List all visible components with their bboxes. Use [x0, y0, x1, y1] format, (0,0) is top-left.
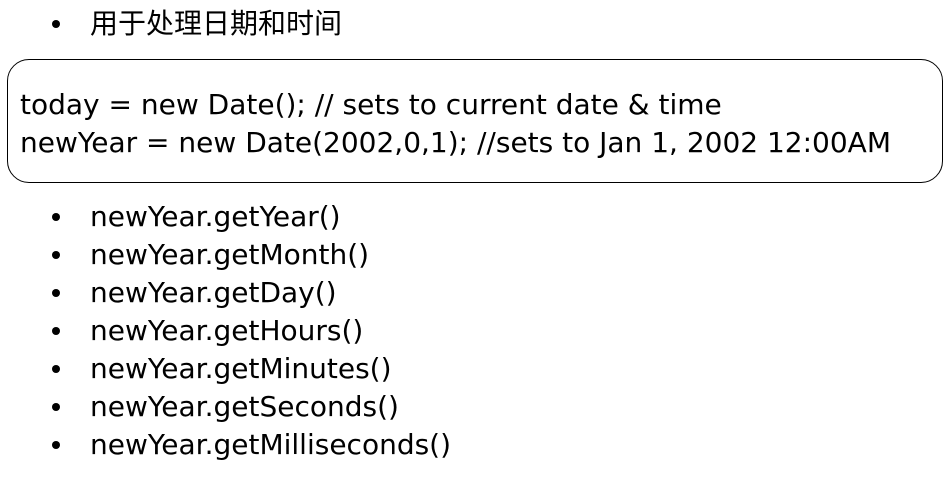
- method-list: newYear.getYear() newYear.getMonth() new…: [0, 198, 951, 464]
- method-label: newYear.getDay(): [90, 276, 337, 309]
- heading-bullet: 用于处理日期和时间: [52, 5, 342, 43]
- method-item-getmilliseconds: newYear.getMilliseconds(): [52, 426, 951, 464]
- bullet-icon: [52, 289, 60, 297]
- method-item-getminutes: newYear.getMinutes(): [52, 350, 951, 388]
- method-item-getyear: newYear.getYear(): [52, 198, 951, 236]
- bullet-icon: [52, 441, 60, 449]
- method-item-getday: newYear.getDay(): [52, 274, 951, 312]
- bullet-icon: [52, 213, 60, 221]
- bullet-icon: [52, 327, 60, 335]
- method-label: newYear.getSeconds(): [90, 390, 399, 423]
- method-label: newYear.getMinutes(): [90, 352, 392, 385]
- method-item-gethours: newYear.getHours(): [52, 312, 951, 350]
- bullet-icon: [52, 20, 60, 28]
- bullet-icon: [52, 403, 60, 411]
- method-label: newYear.getMonth(): [90, 238, 370, 271]
- code-line-newyear: newYear = new Date(2002,0,1); //sets to …: [20, 126, 891, 159]
- method-item-getmonth: newYear.getMonth(): [52, 236, 951, 274]
- code-line-today: today = new Date(); // sets to current d…: [20, 88, 722, 121]
- method-label: newYear.getMilliseconds(): [90, 428, 452, 461]
- method-label: newYear.getHours(): [90, 314, 364, 347]
- method-label: newYear.getYear(): [90, 200, 341, 233]
- method-item-getseconds: newYear.getSeconds(): [52, 388, 951, 426]
- bullet-icon: [52, 365, 60, 373]
- heading-text: 用于处理日期和时间: [90, 7, 343, 40]
- slide: 用于处理日期和时间 today = new Date(); // sets to…: [0, 0, 951, 478]
- code-example-box: today = new Date(); // sets to current d…: [7, 59, 943, 183]
- bullet-icon: [52, 251, 60, 259]
